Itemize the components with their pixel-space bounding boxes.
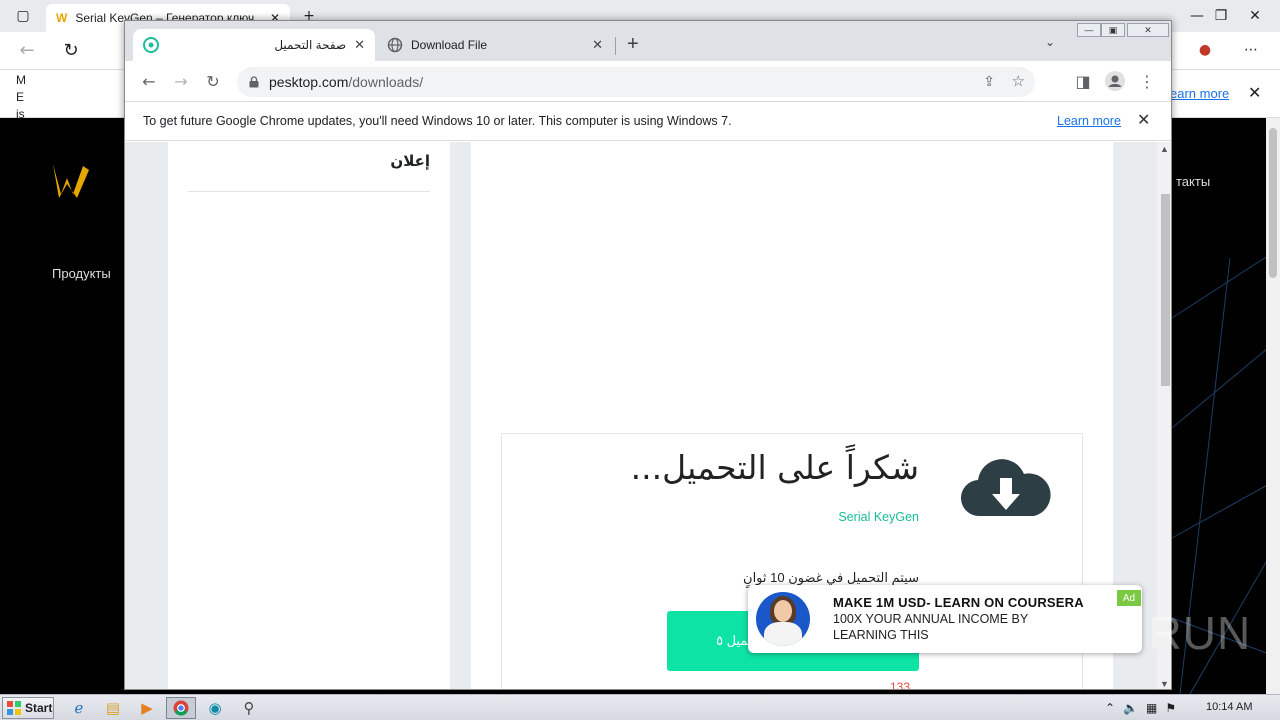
bg-nav-contacts[interactable]: такты xyxy=(1176,174,1210,189)
bookmark-star-icon[interactable]: ☆ xyxy=(1012,72,1025,90)
countdown-text: سيتم التحميل في غضون 10 ثوانٍ xyxy=(743,570,919,585)
app-name-link[interactable]: Serial KeyGen xyxy=(838,510,919,524)
ad-sidebar: إعلان xyxy=(168,142,450,689)
minimize-icon[interactable]: — xyxy=(1077,23,1101,37)
chrome-menu-icon[interactable]: ⋮ xyxy=(1135,69,1159,93)
url-text[interactable]: pesktop.com/downloads/ xyxy=(269,74,423,90)
bg-scrollbar[interactable] xyxy=(1266,118,1280,694)
infobar-close-icon[interactable]: ✕ xyxy=(1137,110,1150,130)
chrome-tabstrip: صفحة التحميل ✕ Download File ✕ + ⌄ — ▣ ✕ xyxy=(125,21,1171,61)
bg-restore-icon[interactable]: ❐ xyxy=(1202,0,1240,32)
tool-taskbar-icon[interactable]: ⚲ xyxy=(234,697,264,719)
tab-divider xyxy=(615,37,616,55)
bg-reload-icon[interactable]: ↻ xyxy=(52,34,90,66)
tab-actions-icon[interactable]: ▢ xyxy=(4,0,42,32)
downloads-count-text: 133 ... xyxy=(876,680,910,690)
address-bar[interactable]: pesktop.com/downloads/ ⇪ ☆ xyxy=(237,67,1035,97)
scroll-down-icon[interactable]: ▼ xyxy=(1160,679,1169,689)
sidebar-divider xyxy=(188,191,430,192)
taskbar: Start ℯ ▤ ▶ ◉ ⚲ ⌃ 🔈 ▦ ⚑ 10:14 AM xyxy=(0,694,1280,720)
taskbar-clock[interactable]: 10:14 AM xyxy=(1206,701,1252,713)
bg-info-close-icon[interactable]: ✕ xyxy=(1248,83,1261,103)
thanks-headline: شكراً على التحميل... xyxy=(630,448,919,487)
ad-avatar xyxy=(756,592,810,646)
bg-tab-favicon: W xyxy=(56,11,68,25)
globe-icon xyxy=(387,37,403,53)
ad-badge: Ad xyxy=(1117,590,1141,606)
tab-title: صفحة التحميل xyxy=(274,38,347,52)
update-infobar: To get future Google Chrome updates, you… xyxy=(125,101,1171,141)
bg-profile-icon[interactable]: ● xyxy=(1186,34,1224,66)
tab-search-chevron-down-icon[interactable]: ⌄ xyxy=(1045,35,1055,49)
chrome-toolbar: ← → ↻ pesktop.com/downloads/ ⇪ ☆ ◨ ⋮ xyxy=(125,61,1171,101)
media-player-icon[interactable]: ▶ xyxy=(132,697,162,719)
bg-menu-icon[interactable]: ⋯ xyxy=(1232,34,1270,66)
windows-logo-icon xyxy=(7,701,21,715)
network-icon[interactable]: ▦ xyxy=(1146,701,1157,715)
bg-info-text: M E is xyxy=(16,73,26,121)
tab-download-page[interactable]: صفحة التحميل ✕ xyxy=(133,29,375,61)
bg-site-logo xyxy=(53,164,89,198)
scroll-up-icon[interactable]: ▲ xyxy=(1160,144,1169,154)
maximize-icon[interactable]: ▣ xyxy=(1101,23,1125,37)
ad-subtitle[interactable]: 100X YOUR ANNUAL INCOME BY LEARNING THIS xyxy=(833,611,1073,643)
back-arrow-icon[interactable]: ← xyxy=(137,69,161,93)
new-tab-button[interactable]: + xyxy=(627,33,639,56)
sidebar-heading: إعلان xyxy=(390,153,430,170)
tab-close-icon[interactable]: ✕ xyxy=(354,37,365,53)
infobar-message: To get future Google Chrome updates, you… xyxy=(143,114,732,128)
internet-explorer-icon[interactable]: ℯ xyxy=(64,697,94,719)
pesktop-favicon-icon xyxy=(143,37,159,53)
tab-close-icon[interactable]: ✕ xyxy=(592,37,603,53)
anyrun-watermark: ANY RUN xyxy=(1038,607,1252,659)
volume-icon[interactable]: 🔈 xyxy=(1123,701,1138,715)
edge-taskbar-icon[interactable]: ◉ xyxy=(200,697,230,719)
close-window-icon[interactable]: ✕ xyxy=(1127,23,1169,37)
flag-icon[interactable]: ⚑ xyxy=(1165,701,1176,715)
tab-title: Download File xyxy=(411,38,488,52)
file-explorer-icon[interactable]: ▤ xyxy=(98,697,128,719)
reload-icon[interactable]: ↻ xyxy=(201,69,225,93)
bg-learn-more-link[interactable]: earn more xyxy=(1170,86,1229,101)
bg-close-window-icon[interactable]: ✕ xyxy=(1236,0,1274,32)
share-icon[interactable]: ⇪ xyxy=(983,73,995,90)
profile-avatar-icon[interactable] xyxy=(1103,69,1127,93)
system-tray: ⌃ 🔈 ▦ ⚑ xyxy=(1105,695,1176,720)
forward-arrow-icon[interactable]: → xyxy=(169,69,193,93)
chrome-taskbar-icon[interactable] xyxy=(166,697,196,719)
tray-expand-icon[interactable]: ⌃ xyxy=(1105,701,1115,715)
tab-download-file[interactable]: Download File ✕ xyxy=(377,29,613,61)
start-button[interactable]: Start xyxy=(2,697,54,719)
learn-more-link[interactable]: Learn more xyxy=(1057,114,1121,128)
cloud-download-icon xyxy=(960,459,1051,517)
bg-nav-products[interactable]: Продукты xyxy=(52,266,111,281)
lock-icon[interactable] xyxy=(249,76,259,88)
side-panel-icon[interactable]: ◨ xyxy=(1071,69,1095,93)
scrollbar-thumb[interactable] xyxy=(1161,194,1170,386)
bg-back-icon[interactable]: ← xyxy=(8,34,46,66)
